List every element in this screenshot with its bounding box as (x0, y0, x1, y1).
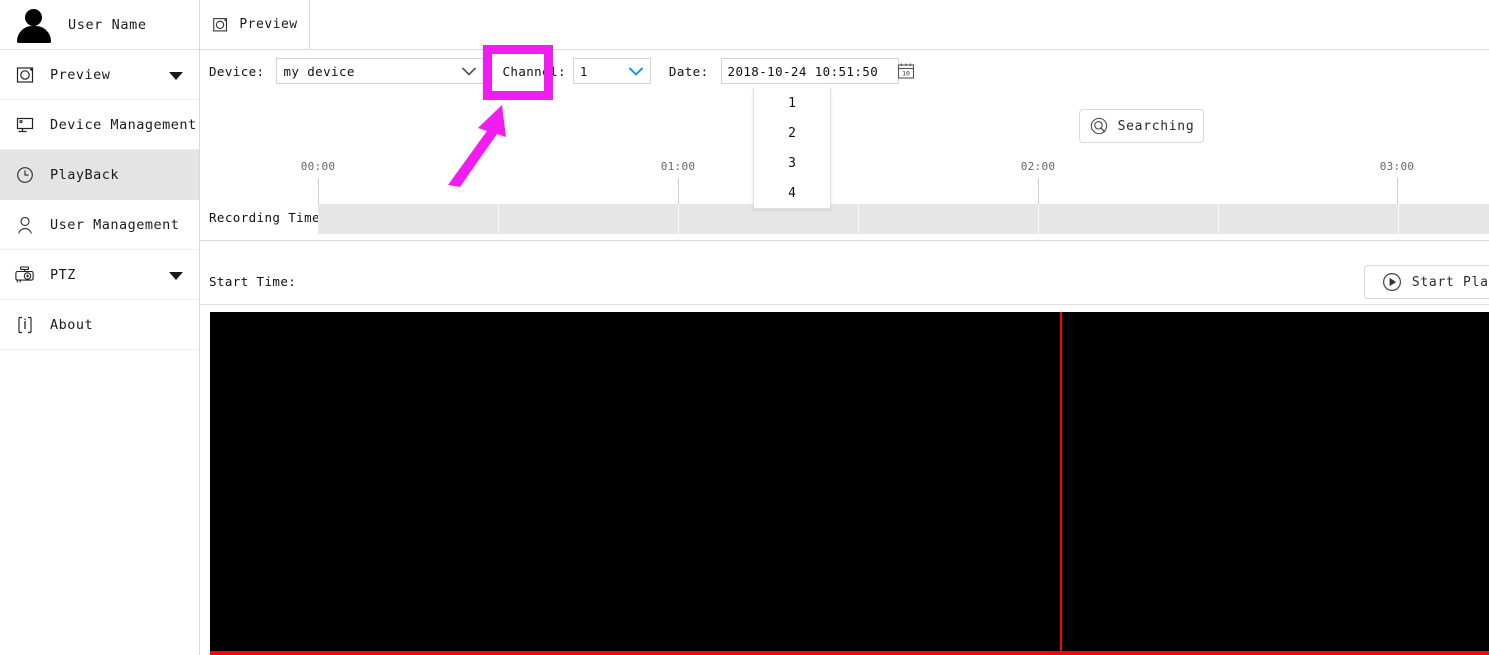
tab-bar: Preview (200, 0, 1489, 50)
sidebar-item-label: Device Management (50, 116, 197, 133)
recording-time-label: Recording Time: (209, 210, 328, 225)
camera-preview-icon (12, 61, 40, 89)
clock-playback-icon (12, 161, 40, 189)
chevron-down-icon[interactable] (628, 67, 643, 76)
playhead-marker-vertical (1060, 312, 1062, 655)
track-segment-divider (1038, 204, 1039, 234)
sidebar-item-label: User Management (50, 216, 180, 233)
date-label: Date: (668, 63, 709, 79)
searching-button[interactable]: Searching (1079, 109, 1204, 143)
channel-option[interactable]: 3 (754, 148, 830, 178)
sidebar-item-device-management[interactable]: Device Management (0, 100, 199, 150)
recording-track[interactable] (318, 204, 1489, 234)
track-segment-divider (1218, 204, 1219, 234)
start-play-button-label: Start Play (1411, 274, 1489, 290)
user-name-label: User Name (68, 16, 147, 33)
app-window: User Name Preview Device Management Play… (0, 0, 1489, 655)
search-toolbar: Device: my device Channel: 1 Date: 2018-… (200, 50, 1489, 92)
sidebar-item-label: PTZ (50, 266, 76, 283)
timeline-tick-label: 02:00 (1020, 160, 1056, 173)
magnifier-icon (1089, 116, 1109, 136)
playhead-marker-horizontal (210, 651, 1489, 655)
channel-option[interactable]: 2 (754, 118, 830, 148)
track-segment-divider (858, 204, 859, 234)
channel-select[interactable]: 1 (572, 58, 651, 84)
channel-select-value: 1 (579, 63, 588, 79)
chevron-down-icon[interactable] (169, 271, 183, 280)
sidebar-item-playback[interactable]: PlayBack (0, 150, 199, 200)
start-time-bottom-divider (200, 304, 1489, 305)
track-segment-divider (678, 204, 679, 234)
date-input[interactable] (727, 60, 896, 82)
sidebar-item-preview[interactable]: Preview (0, 50, 199, 100)
track-segment-divider (498, 204, 499, 234)
channel-dropdown-list[interactable]: 1 2 3 4 (753, 88, 831, 209)
sidebar-item-user-management[interactable]: User Management (0, 200, 199, 250)
ptz-camera-icon (12, 261, 40, 289)
timeline-tick-label: 00:00 (300, 160, 336, 173)
calendar-icon[interactable]: 10 (896, 61, 916, 81)
channel-option[interactable]: 4 (754, 178, 830, 208)
calendar-day-text: 10 (902, 70, 910, 78)
channel-option[interactable]: 1 (754, 88, 830, 118)
user-profile-block[interactable]: User Name (0, 0, 199, 50)
timeline-tick-label: 01:00 (660, 160, 696, 173)
channel-label: Channel: (502, 63, 566, 79)
person-avatar-icon (16, 8, 52, 43)
track-segment-divider (1398, 204, 1399, 234)
recording-timeline[interactable]: Recording Time: 00:00 01:00 02:00 03:00 (200, 150, 1489, 240)
sidebar-item-label: About (50, 316, 94, 333)
sidebar-item-ptz[interactable]: PTZ (0, 250, 199, 300)
start-play-button[interactable]: Start Play (1364, 265, 1489, 299)
info-about-icon (12, 311, 40, 339)
sidebar-nav: Preview Device Management PlayBack User … (0, 50, 199, 350)
device-select[interactable]: my device (276, 58, 485, 84)
main-content: Preview Device: my device Channel: 1 Dat… (200, 0, 1489, 655)
timeline-tick-label: 03:00 (1379, 160, 1415, 173)
camera-preview-icon (211, 15, 231, 35)
tab-label: Preview (239, 17, 298, 32)
date-field-wrapper[interactable]: 10 (720, 58, 914, 84)
device-select-value: my device (283, 63, 355, 79)
play-circle-icon (1381, 271, 1403, 293)
sidebar-item-label: Preview (50, 66, 111, 83)
start-time-label: Start Time: (209, 274, 297, 289)
video-playback-area[interactable] (210, 312, 1489, 655)
sidebar-item-about[interactable]: About (0, 300, 199, 350)
sidebar: User Name Preview Device Management Play… (0, 0, 200, 655)
chevron-down-icon[interactable] (169, 71, 183, 80)
tab-preview[interactable]: Preview (200, 0, 310, 49)
device-label: Device: (209, 63, 265, 79)
chevron-down-icon[interactable] (462, 67, 477, 76)
sidebar-item-label: PlayBack (50, 166, 120, 183)
person-user-icon (12, 211, 40, 239)
monitor-device-icon (12, 111, 40, 139)
timeline-bottom-divider (200, 240, 1489, 241)
searching-button-label: Searching (1117, 118, 1195, 134)
